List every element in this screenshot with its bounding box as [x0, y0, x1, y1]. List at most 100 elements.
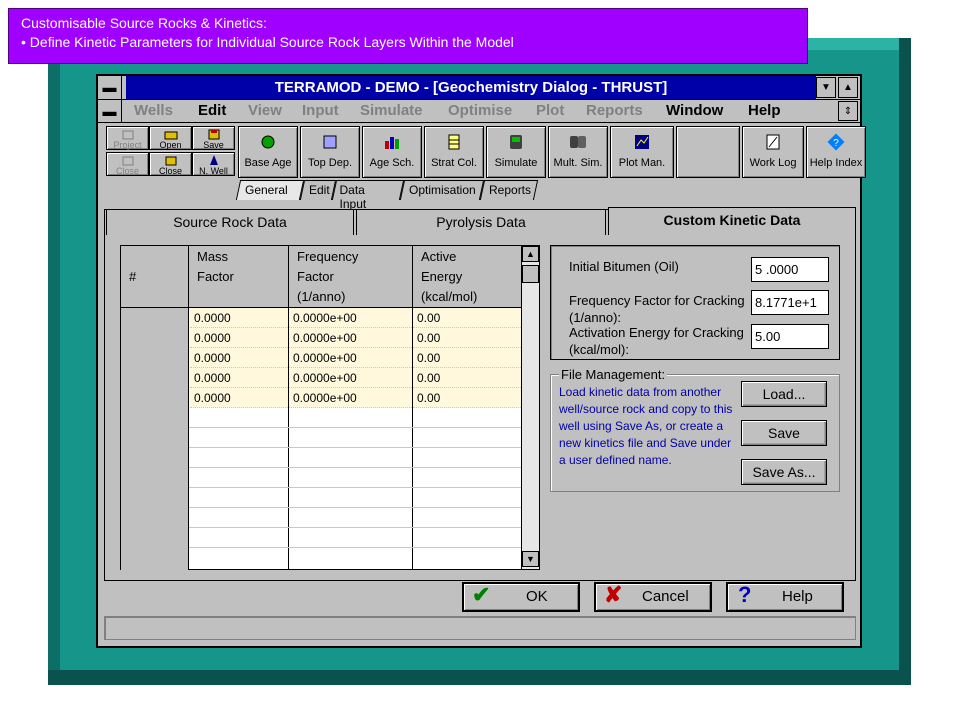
top-depth-button[interactable]: Top Dep. [300, 126, 360, 178]
tab-edit[interactable]: Edit [299, 180, 337, 200]
cell-energy-3[interactable]: 0.00 [413, 348, 521, 368]
empty-row[interactable] [189, 508, 521, 528]
cell-energy-4[interactable]: 0.00 [413, 368, 521, 388]
menu-plot[interactable]: Plot [536, 102, 564, 119]
help-index-button[interactable]: ? Help Index [806, 126, 866, 178]
menu-optimise[interactable]: Optimise [448, 102, 512, 119]
work-log-button[interactable]: Work Log [742, 126, 804, 178]
menu-edit[interactable]: Edit [198, 102, 226, 119]
cell-mass-1[interactable]: 0.0000 [190, 308, 288, 328]
save-kinetics-button[interactable]: Save [741, 420, 827, 446]
scroll-up-icon[interactable]: ▲ [522, 246, 539, 262]
cell-freq-2[interactable]: 0.0000e+00 [289, 328, 412, 348]
close-folder-icon [165, 156, 177, 166]
strat-column-button[interactable]: Strat Col. [424, 126, 484, 178]
scroll-down-icon[interactable]: ▼ [522, 551, 539, 567]
cell-mass-5[interactable]: 0.0000 [190, 388, 288, 408]
tab-data-input[interactable]: Data Input [331, 180, 405, 211]
empty-row[interactable] [189, 428, 521, 448]
help-label: Help [782, 588, 813, 605]
freq-cracking-label: Frequency Factor for Cracking (1/anno): [569, 293, 745, 325]
scroll-thumb[interactable] [522, 265, 539, 283]
menu-wells[interactable]: Wells [134, 102, 173, 119]
title-bar: ▬ TERRAMOD - DEMO - [Geochemistry Dialog… [98, 76, 860, 100]
cell-freq-1[interactable]: 0.0000e+00 [289, 308, 412, 328]
cell-energy-1[interactable]: 0.00 [413, 308, 521, 328]
tab-custom-kinetic-data[interactable]: Custom Kinetic Data [608, 207, 856, 235]
caption-bullet: • Define Kinetic Parameters for Individu… [21, 34, 514, 50]
header-energy-3: (kcal/mol) [421, 289, 478, 304]
cell-freq-3[interactable]: 0.0000e+00 [289, 348, 412, 368]
close-button[interactable]: Close [149, 152, 192, 176]
menu-window[interactable]: Window [666, 102, 723, 119]
simulate-button[interactable]: Simulate [486, 126, 546, 178]
menu-input[interactable]: Input [302, 102, 339, 119]
help-button[interactable]: ? Help [726, 582, 844, 612]
header-freq-2: Factor [297, 269, 334, 284]
cell-energy-2[interactable]: 0.00 [413, 328, 521, 348]
freq-cracking-field[interactable]: 8.1771e+1 [751, 290, 829, 315]
ok-button[interactable]: ✔ OK [462, 582, 580, 612]
age-schedule-button[interactable]: Age Sch. [362, 126, 422, 178]
close-project-button[interactable]: Close [106, 152, 149, 176]
empty-row[interactable] [189, 468, 521, 488]
cell-freq-4[interactable]: 0.0000e+00 [289, 368, 412, 388]
tab-optimisation[interactable]: Optimisation [399, 180, 485, 200]
cell-mass-3[interactable]: 0.0000 [190, 348, 288, 368]
empty-row[interactable] [189, 528, 521, 548]
window-title: TERRAMOD - DEMO - [Geochemistry Dialog -… [126, 76, 816, 99]
tab-general[interactable]: General [235, 180, 305, 200]
doc-restore-icon[interactable]: ⇕ [838, 101, 858, 121]
project-button[interactable]: Project [106, 126, 149, 150]
menu-view[interactable]: View [248, 102, 282, 119]
ok-label: OK [526, 588, 548, 605]
minimize-icon[interactable]: ▼ [816, 77, 836, 98]
header-freq-1: Frequency [297, 249, 359, 264]
grid-scrollbar[interactable]: ▲ ▼ [521, 246, 539, 569]
open-button[interactable]: Open [149, 126, 192, 150]
help-index-icon: ? [827, 133, 845, 151]
menu-reports[interactable]: Reports [586, 102, 643, 119]
tab-source-rock-data[interactable]: Source Rock Data [106, 209, 354, 235]
status-bar [104, 616, 856, 640]
energy-cracking-label: Activation Energy for Cracking (kcal/mol… [569, 325, 744, 357]
maximize-icon[interactable]: ▲ [838, 77, 858, 98]
base-age-button[interactable]: Base Age [238, 126, 298, 178]
empty-row[interactable] [189, 448, 521, 468]
save-as-button[interactable]: Save As... [741, 459, 827, 485]
new-well-button[interactable]: N. Well [192, 152, 235, 176]
menu-simulate[interactable]: Simulate [360, 102, 423, 119]
tab-pyrolysis-data[interactable]: Pyrolysis Data [356, 209, 606, 235]
load-button[interactable]: Load... [741, 381, 827, 407]
well-icon [210, 155, 218, 165]
bitumen-label: Initial Bitumen (Oil) [569, 259, 679, 274]
energy-cracking-field[interactable]: 5.00 [751, 324, 829, 349]
strat-column-icon [448, 134, 460, 150]
cross-icon: ✘ [604, 582, 623, 607]
slide-background: Customisable Source Rocks & Kinetics: • … [0, 0, 960, 720]
empty-row[interactable] [189, 408, 521, 428]
file-management-title: File Management: [559, 367, 668, 382]
base-age-icon [261, 135, 275, 149]
cell-mass-2[interactable]: 0.0000 [190, 328, 288, 348]
plot-manager-button[interactable]: Plot Man. [610, 126, 674, 178]
cancel-button[interactable]: ✘ Cancel [594, 582, 712, 612]
header-mass-1: Mass [197, 249, 229, 264]
header-active-energy: Active Energy (kcal/mol) [413, 246, 521, 308]
multi-simulate-button[interactable]: Mult. Sim. [548, 126, 608, 178]
empty-row[interactable] [189, 548, 521, 568]
menu-help[interactable]: Help [748, 102, 781, 119]
menu-bar: ▬ Wells Edit View Input Simulate Optimis… [98, 100, 860, 123]
doc-control-icon[interactable]: ▬ [98, 100, 122, 122]
bitumen-field[interactable]: 5 .0000 [751, 257, 829, 282]
cell-mass-4[interactable]: 0.0000 [190, 368, 288, 388]
cell-energy-5[interactable]: 0.00 [413, 388, 521, 408]
save-button[interactable]: Save [192, 126, 235, 150]
frame-bevel-bottom [48, 670, 911, 685]
tab-reports[interactable]: Reports [479, 180, 539, 200]
system-menu-icon[interactable]: ▬ [98, 76, 122, 99]
cancel-label: Cancel [642, 588, 689, 605]
cell-freq-5[interactable]: 0.0000e+00 [289, 388, 412, 408]
empty-row[interactable] [189, 488, 521, 508]
kinetic-parameters-box: Initial Bitumen (Oil) 5 .0000 Frequency … [550, 245, 840, 360]
